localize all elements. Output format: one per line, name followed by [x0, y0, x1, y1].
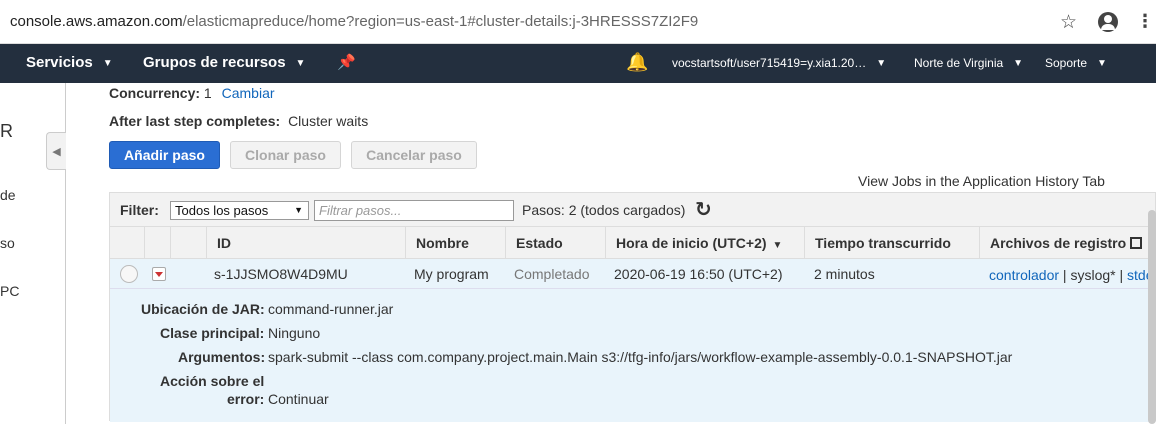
start-time-col-header[interactable]: Hora de inicio (UTC+2) ▼	[605, 227, 804, 259]
url-path: /elasticmapreduce/home?region=us-east-1#…	[182, 13, 699, 30]
log-separator: |	[1059, 267, 1071, 283]
concurrency-label: Concurrency:	[109, 85, 201, 101]
pin-icon[interactable]: 📌	[337, 53, 356, 71]
action-on-failure-label: Acción sobre el	[160, 373, 265, 389]
expand-col-header	[144, 227, 170, 259]
sidebar-item-3[interactable]: so	[0, 235, 15, 251]
step-details: Ubicación de JAR: command-runner.jar Cla…	[110, 289, 1155, 422]
arguments-value: spark-submit --class com.company.project…	[268, 349, 1013, 365]
main-content: Concurrency: 1 Cambiar After last step c…	[67, 83, 1156, 424]
table-row[interactable]: s-1JJSMO8W4D9MU My program Completado 20…	[110, 259, 1155, 289]
action-on-failure-value: Continuar	[268, 391, 329, 407]
aws-top-nav: Servicios ▼ Grupos de recursos ▼ 📌 🔔 vocst…	[0, 44, 1156, 83]
chevron-down-icon: ▼	[1013, 58, 1024, 70]
filter-label: Filter:	[120, 202, 159, 218]
main-class-label: Clase principal:	[160, 325, 265, 341]
sort-desc-icon: ▼	[772, 240, 783, 251]
account-avatar-icon[interactable]	[1098, 12, 1118, 32]
start-time-header-label: Hora de inicio (UTC+2)	[616, 235, 767, 251]
add-step-button[interactable]: Añadir paso	[109, 141, 220, 169]
row-select-radio[interactable]	[120, 265, 138, 283]
address-field[interactable]: console.aws.amazon.com/elasticmapreduce/…	[10, 13, 698, 30]
jar-label: Ubicación de JAR:	[141, 301, 265, 317]
page-scrollbar[interactable]	[1148, 210, 1156, 424]
main-class-value: Ninguno	[268, 325, 321, 341]
arguments-label: Argumentos:	[178, 349, 266, 365]
log-controller-link[interactable]: controlador	[989, 267, 1059, 283]
step-elapsed: 2 minutos	[814, 266, 875, 282]
after-last-step-value: Cluster waits	[288, 113, 369, 129]
step-start-time: 2020-06-19 16:50 (UTC+2)	[614, 266, 783, 282]
browser-menu-icon[interactable]: ⋮	[1136, 10, 1154, 32]
logs-header-label: Archivos de registro	[990, 235, 1127, 251]
region-menu[interactable]: Norte de Virginia ▼	[914, 56, 1023, 70]
step-status: Completado	[514, 266, 590, 282]
jar-value: command-runner.jar	[268, 301, 394, 317]
account-label: vocstartsoft/user715419=y.xia1.20…	[672, 56, 867, 70]
browser-url-bar: ) console.aws.amazon.com/elasticmapreduc…	[0, 0, 1156, 44]
sidebar-collapse-button[interactable]: ◀	[46, 132, 66, 170]
dropdown-arrow-icon: ▼	[294, 205, 303, 215]
logs-col-header[interactable]: Archivos de registro	[979, 227, 1156, 259]
chevron-down-icon: ▼	[876, 58, 887, 70]
filter-steps-input[interactable]: Filtrar pasos...	[314, 200, 514, 221]
chevron-down-icon: ▼	[295, 57, 306, 69]
select-col-header	[110, 227, 144, 259]
log-separator: |	[1115, 267, 1128, 283]
expand-row-toggle-icon[interactable]	[152, 267, 166, 281]
step-logs: controlador | syslog* | stde	[989, 260, 1154, 290]
external-link-icon[interactable]	[1130, 237, 1143, 249]
steps-panel: Filter: Todos los pasos ▼ Filtrar pasos.…	[109, 192, 1156, 422]
sidebar-item-4[interactable]: PC	[0, 283, 19, 299]
steps-table-header: ID Nombre Estado Hora de inicio (UTC+2) ▼…	[110, 227, 1155, 259]
bell-icon[interactable]: 🔔	[626, 52, 648, 73]
region-label: Norte de Virginia	[914, 56, 1004, 70]
cancel-step-button[interactable]: Cancelar paso	[351, 141, 477, 169]
services-label: Servicios	[26, 54, 93, 71]
info-icon[interactable]: )	[0, 14, 1, 30]
steps-count: Pasos: 2 (todos cargados)	[522, 202, 686, 218]
services-menu[interactable]: Servicios ▼	[26, 54, 113, 71]
account-menu[interactable]: vocstartsoft/user715419=y.xia1.20… ▼	[672, 56, 886, 70]
step-id: s-1JJSMO8W4D9MU	[214, 266, 348, 282]
bookmark-star-icon[interactable]: ☆	[1060, 11, 1077, 34]
after-last-step-row: After last step completes: Cluster waits	[109, 113, 368, 129]
step-filter-select[interactable]: Todos los pasos ▼	[170, 201, 309, 220]
filter-bar: Filter: Todos los pasos ▼ Filtrar pasos.…	[110, 193, 1155, 227]
application-history-link[interactable]: View Jobs in the Application History Tab	[858, 173, 1105, 189]
support-menu[interactable]: Soporte ▼	[1045, 56, 1107, 70]
sidebar-item-2[interactable]: de	[0, 187, 16, 203]
resource-groups-menu[interactable]: Grupos de recursos ▼	[143, 54, 305, 71]
elapsed-col-header[interactable]: Tiempo transcurrido	[804, 227, 979, 259]
clone-step-button[interactable]: Clonar paso	[230, 141, 341, 169]
after-last-step-label: After last step completes:	[109, 113, 281, 129]
concurrency-row: Concurrency: 1 Cambiar	[109, 85, 275, 101]
name-col-header[interactable]: Nombre	[405, 227, 505, 259]
change-concurrency-link[interactable]: Cambiar	[222, 85, 275, 101]
action-on-failure-label-cont: error:	[227, 391, 265, 407]
extra-col-header	[170, 227, 206, 259]
refresh-icon[interactable]: ↻	[695, 197, 712, 222]
chevron-down-icon: ▼	[1097, 58, 1107, 70]
chevron-down-icon: ▼	[102, 57, 113, 69]
status-col-header[interactable]: Estado	[505, 227, 605, 259]
url-host: console.aws.amazon.com	[10, 13, 183, 30]
sidebar-item-1[interactable]: R	[0, 121, 13, 142]
step-name: My program	[414, 266, 489, 282]
chevron-left-icon: ◀	[52, 145, 61, 158]
resource-groups-label: Grupos de recursos	[143, 54, 286, 71]
step-filter-selected: Todos los pasos	[175, 203, 269, 218]
id-col-header[interactable]: ID	[206, 227, 405, 259]
concurrency-value: 1	[203, 85, 212, 101]
log-syslog: syslog*	[1070, 267, 1116, 283]
support-label: Soporte	[1045, 56, 1088, 70]
